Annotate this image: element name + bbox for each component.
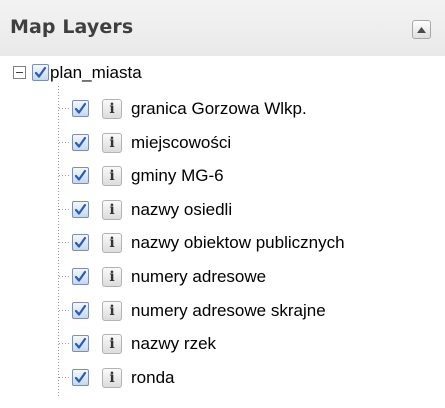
layer-row[interactable]: i granica Gorzowa Wlkp. xyxy=(0,96,445,122)
layer-label[interactable]: nazwy rzek xyxy=(131,334,216,354)
layer-row[interactable]: i gminy MG-6 xyxy=(0,163,445,189)
layer-row[interactable]: i nazwy rzek xyxy=(0,331,445,357)
layer-row[interactable]: i nazwy obiektow publicznych xyxy=(0,230,445,256)
info-icon[interactable]: i xyxy=(102,267,122,287)
layer-checkbox[interactable] xyxy=(72,268,89,285)
checkmark-icon xyxy=(74,136,87,148)
checkmark-icon xyxy=(34,66,47,78)
info-icon[interactable]: i xyxy=(102,334,122,354)
checkmark-icon xyxy=(74,102,87,114)
layer-checkbox[interactable] xyxy=(72,167,89,184)
checkmark-icon xyxy=(74,304,87,316)
layer-label[interactable]: numery adresowe xyxy=(131,267,266,287)
checkmark-icon xyxy=(74,337,87,349)
layer-tree: plan_miasta i granica Gorzowa Wlkp. i miejs… xyxy=(0,0,445,408)
layer-checkbox[interactable] xyxy=(72,134,89,151)
info-icon[interactable]: i xyxy=(102,166,122,186)
root-checkbox[interactable] xyxy=(32,64,49,81)
info-icon[interactable]: i xyxy=(102,233,122,253)
layer-row[interactable]: i ronda xyxy=(0,365,445,391)
layer-label[interactable]: miejscowości xyxy=(131,133,231,153)
layer-row[interactable]: i miejscowości xyxy=(0,130,445,156)
info-icon[interactable]: i xyxy=(102,200,122,220)
info-icon[interactable]: i xyxy=(102,99,122,119)
checkmark-icon xyxy=(74,270,87,282)
layer-checkbox[interactable] xyxy=(72,234,89,251)
layer-label[interactable]: nazwy osiedli xyxy=(131,200,232,220)
layer-row[interactable]: i nazwy osiedli xyxy=(0,197,445,223)
checkmark-icon xyxy=(74,236,87,248)
layer-checkbox[interactable] xyxy=(72,100,89,117)
layer-row[interactable]: i numery adresowe xyxy=(0,264,445,290)
root-label[interactable]: plan_miasta xyxy=(50,63,142,83)
info-icon[interactable]: i xyxy=(102,301,122,321)
collapse-node-icon[interactable] xyxy=(13,66,26,79)
layer-label[interactable]: nazwy obiektow publicznych xyxy=(131,233,345,253)
layer-label[interactable]: ronda xyxy=(131,368,174,388)
checkmark-icon xyxy=(74,203,87,215)
layer-label[interactable]: numery adresowe skrajne xyxy=(131,301,326,321)
info-icon[interactable]: i xyxy=(102,133,122,153)
tree-root-row[interactable]: plan_miasta xyxy=(0,62,445,84)
layer-label[interactable]: granica Gorzowa Wlkp. xyxy=(131,99,307,119)
layer-checkbox[interactable] xyxy=(72,201,89,218)
layer-label[interactable]: gminy MG-6 xyxy=(131,166,224,186)
checkmark-icon xyxy=(74,371,87,383)
layer-checkbox[interactable] xyxy=(72,369,89,386)
layer-checkbox[interactable] xyxy=(72,302,89,319)
layer-row[interactable]: i numery adresowe skrajne xyxy=(0,298,445,324)
checkmark-icon xyxy=(74,169,87,181)
info-icon[interactable]: i xyxy=(102,368,122,388)
layer-checkbox[interactable] xyxy=(72,335,89,352)
